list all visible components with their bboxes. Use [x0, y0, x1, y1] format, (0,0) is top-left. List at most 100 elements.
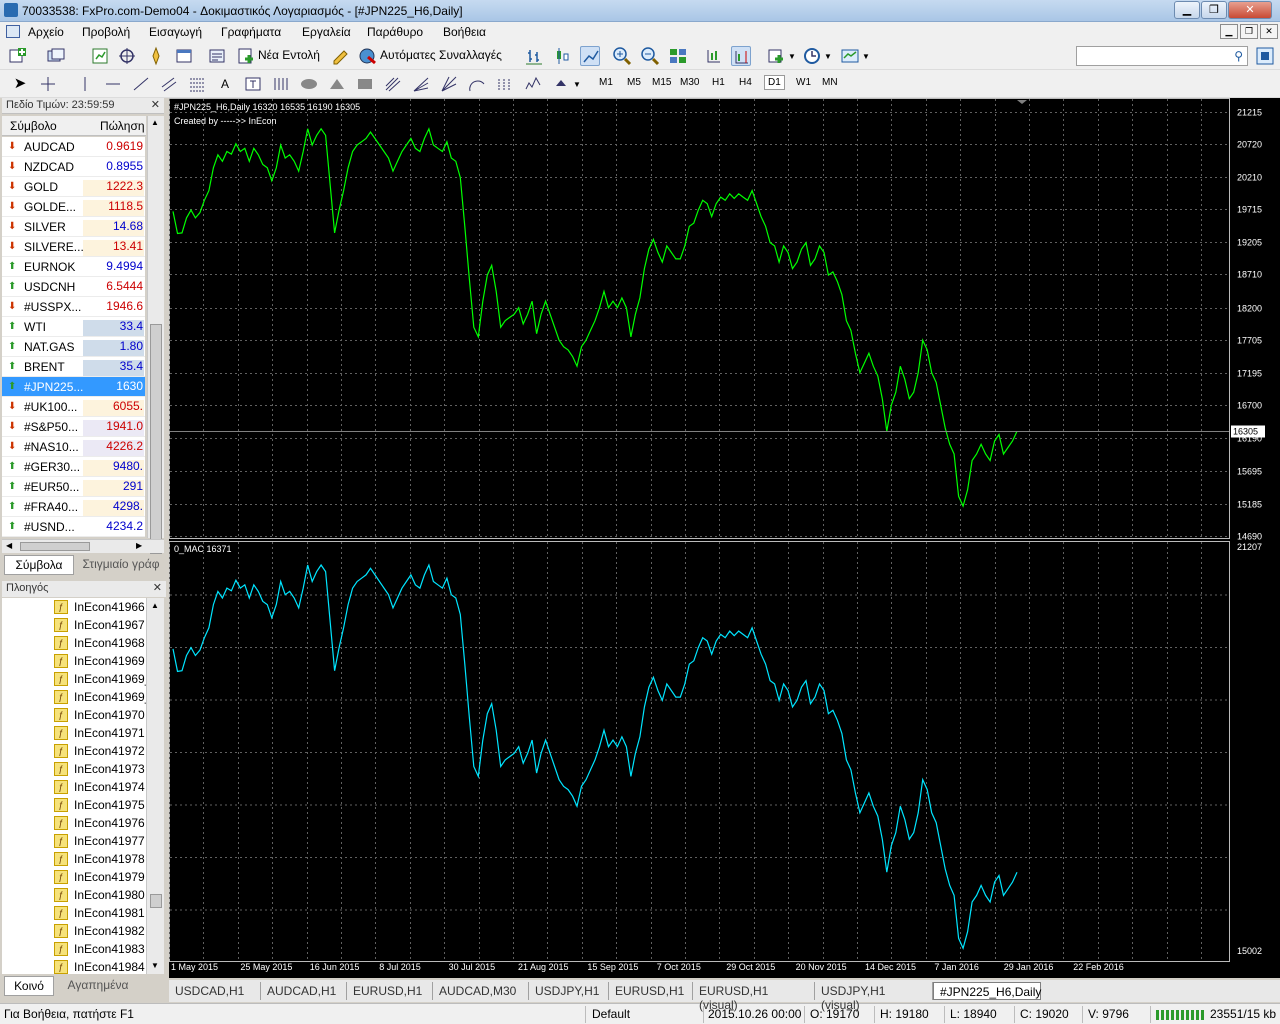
market-watch-row[interactable]: ⬇ #USSPX... 1946.6	[2, 297, 145, 317]
timeframe-h4[interactable]: H4	[739, 77, 752, 88]
bar-chart-icon[interactable]	[524, 46, 544, 66]
timeframe-w1[interactable]: W1	[796, 77, 811, 88]
market-watch-row[interactable]: ⬇ NZDCAD 0.8955	[2, 157, 145, 177]
tab-common[interactable]: Κοινό	[4, 976, 54, 996]
market-watch-row[interactable]: ⬇ #NAS10... 4226.2	[2, 437, 145, 457]
market-watch-row[interactable]: ⬆ NAT.GAS 1.80	[2, 337, 145, 357]
menu-tools[interactable]: Εργαλεία	[302, 25, 351, 39]
market-watch-row[interactable]: ⬇ GOLD 1222.3	[2, 177, 145, 197]
arrows-dropdown-icon[interactable]: ▼	[573, 80, 581, 89]
rectangle-icon[interactable]	[355, 74, 375, 94]
periods-icon[interactable]	[802, 46, 822, 66]
triangle-icon[interactable]	[327, 74, 347, 94]
andrews-pitchfork-icon[interactable]	[383, 74, 403, 94]
chart-tab[interactable]: EURUSD,H1	[347, 982, 433, 1000]
gann-icon[interactable]	[271, 74, 291, 94]
terminal-icon[interactable]	[174, 46, 194, 66]
market-watch-hscroll[interactable]: ◀ ▶	[2, 539, 164, 553]
minimize-button[interactable]: ▁	[1174, 1, 1200, 19]
menu-insert[interactable]: Εισαγωγή	[149, 25, 202, 39]
market-watch-row[interactable]: ⬆ #EUR50... 291	[2, 477, 145, 497]
mdi-minimize-button[interactable]: ▁	[1220, 24, 1238, 39]
maximize-button[interactable]: ❐	[1201, 1, 1227, 19]
mdi-restore-button[interactable]: ❐	[1240, 24, 1258, 39]
search-icon[interactable]: ⚲	[1234, 49, 1243, 63]
scroll-right-icon[interactable]: ▶	[136, 541, 142, 550]
line-chart-icon[interactable]	[580, 46, 600, 66]
menu-view[interactable]: Προβολή	[82, 25, 130, 39]
zoom-out-icon[interactable]	[640, 46, 660, 66]
profiles-icon[interactable]	[46, 46, 66, 66]
chart-tab[interactable]: EURUSD,H1 (visual)	[693, 982, 815, 1012]
text-label-icon[interactable]	[243, 74, 263, 94]
chart-window[interactable]: 21215 20720 20210 19715 19205 18710 18200 17705…	[169, 98, 1280, 978]
tab-tick-chart[interactable]: Στιγμιαίο γράφ	[78, 557, 164, 571]
column-symbol[interactable]: Σύμβολο	[10, 119, 57, 133]
chart-tab[interactable]: USDJPY,H1 (visual)	[815, 982, 933, 1012]
timeframe-d1[interactable]: D1	[764, 75, 785, 90]
trendline-icon[interactable]	[131, 74, 151, 94]
auto-scroll-icon[interactable]	[704, 46, 724, 66]
market-watch-row[interactable]: ⬆ #JPN225... 1630	[2, 377, 145, 397]
timeframe-h1[interactable]: H1	[712, 77, 725, 88]
market-watch-icon[interactable]	[90, 46, 110, 66]
tab-favorites[interactable]: Αγαπημένα	[58, 978, 138, 992]
community-icon[interactable]	[1255, 46, 1275, 66]
close-button[interactable]: ✕	[1228, 1, 1272, 19]
templates-dropdown-icon[interactable]: ▼	[862, 52, 870, 61]
scroll-thumb[interactable]	[150, 324, 162, 554]
navigator-icon[interactable]	[146, 46, 166, 66]
market-watch-row[interactable]: ⬆ #FRA40... 4298.	[2, 497, 145, 517]
market-watch-row[interactable]: ⬆ WTI 33.4	[2, 317, 145, 337]
market-watch-row[interactable]: ⬇ GOLDE... 1118.5	[2, 197, 145, 217]
vertical-line-icon[interactable]	[75, 74, 95, 94]
market-watch-close-icon[interactable]: ✕	[151, 98, 160, 111]
tile-windows-icon[interactable]	[668, 46, 688, 66]
market-watch-row[interactable]: ⬆ BRENT 35.4	[2, 357, 145, 377]
gann-fan-icon[interactable]	[439, 74, 459, 94]
market-watch-row[interactable]: ⬇ AUDCAD 0.9619	[2, 137, 145, 157]
cursor-icon[interactable]: ➤	[10, 74, 30, 94]
crosshair-icon[interactable]	[38, 74, 58, 94]
market-watch-scrollbar[interactable]: ▲	[147, 116, 164, 554]
market-watch-row[interactable]: ⬆ #USND... 4234.2	[2, 517, 145, 537]
channel-icon[interactable]	[159, 74, 179, 94]
nav-scroll-down-icon[interactable]: ▼	[151, 961, 159, 970]
menu-charts[interactable]: Γραφήματα	[221, 25, 281, 39]
column-bid[interactable]: Πώληση	[100, 119, 145, 133]
market-watch-row[interactable]: ⬇ SILVERE... 13.41	[2, 237, 145, 257]
tab-symbols[interactable]: Σύμβολα	[4, 555, 74, 575]
horizontal-line-icon[interactable]	[103, 74, 123, 94]
chart-tab[interactable]: AUDCAD,M30	[433, 982, 529, 1000]
cycle-lines-icon[interactable]	[495, 74, 515, 94]
new-chart-icon[interactable]	[8, 46, 28, 66]
timeframe-mn[interactable]: MN	[822, 77, 838, 88]
candlestick-icon[interactable]	[552, 46, 572, 66]
nav-scroll-up-icon[interactable]: ▲	[151, 601, 159, 610]
timeframe-m5[interactable]: M5	[627, 77, 641, 88]
timeframe-m30[interactable]: M30	[680, 77, 699, 88]
fibo-fan-icon[interactable]	[411, 74, 431, 94]
market-watch-row[interactable]: ⬇ SILVER 14.68	[2, 217, 145, 237]
templates-icon[interactable]	[840, 46, 860, 66]
arrows-icon[interactable]	[551, 74, 571, 94]
data-window-icon[interactable]	[117, 46, 137, 66]
timeframe-m1[interactable]: M1	[599, 77, 613, 88]
strategy-tester-icon[interactable]	[207, 46, 227, 66]
ellipse-icon[interactable]	[299, 74, 319, 94]
scroll-up-icon[interactable]: ▲	[151, 118, 159, 127]
hscroll-thumb[interactable]	[20, 542, 90, 551]
market-watch-row[interactable]: ⬆ USDCNH 6.5444	[2, 277, 145, 297]
fibo-arcs-icon[interactable]	[467, 74, 487, 94]
search-input[interactable]: ⚲	[1076, 46, 1248, 66]
indicators-icon[interactable]	[766, 46, 786, 66]
new-order-button[interactable]: Νέα Εντολή	[258, 48, 320, 62]
navigator-close-icon[interactable]: ✕	[153, 581, 162, 594]
chart-shift-icon[interactable]	[731, 46, 751, 66]
auto-trading-icon[interactable]	[358, 46, 378, 66]
chart-tab[interactable]: #JPN225_H6,Daily	[933, 982, 1041, 1000]
navigator-scrollbar[interactable]: ▲ ▼	[146, 598, 164, 974]
chart-tab[interactable]: USDCAD,H1	[169, 982, 261, 1000]
chart-tab[interactable]: EURUSD,H1	[609, 982, 693, 1000]
menu-help[interactable]: Βοήθεια	[443, 25, 486, 39]
